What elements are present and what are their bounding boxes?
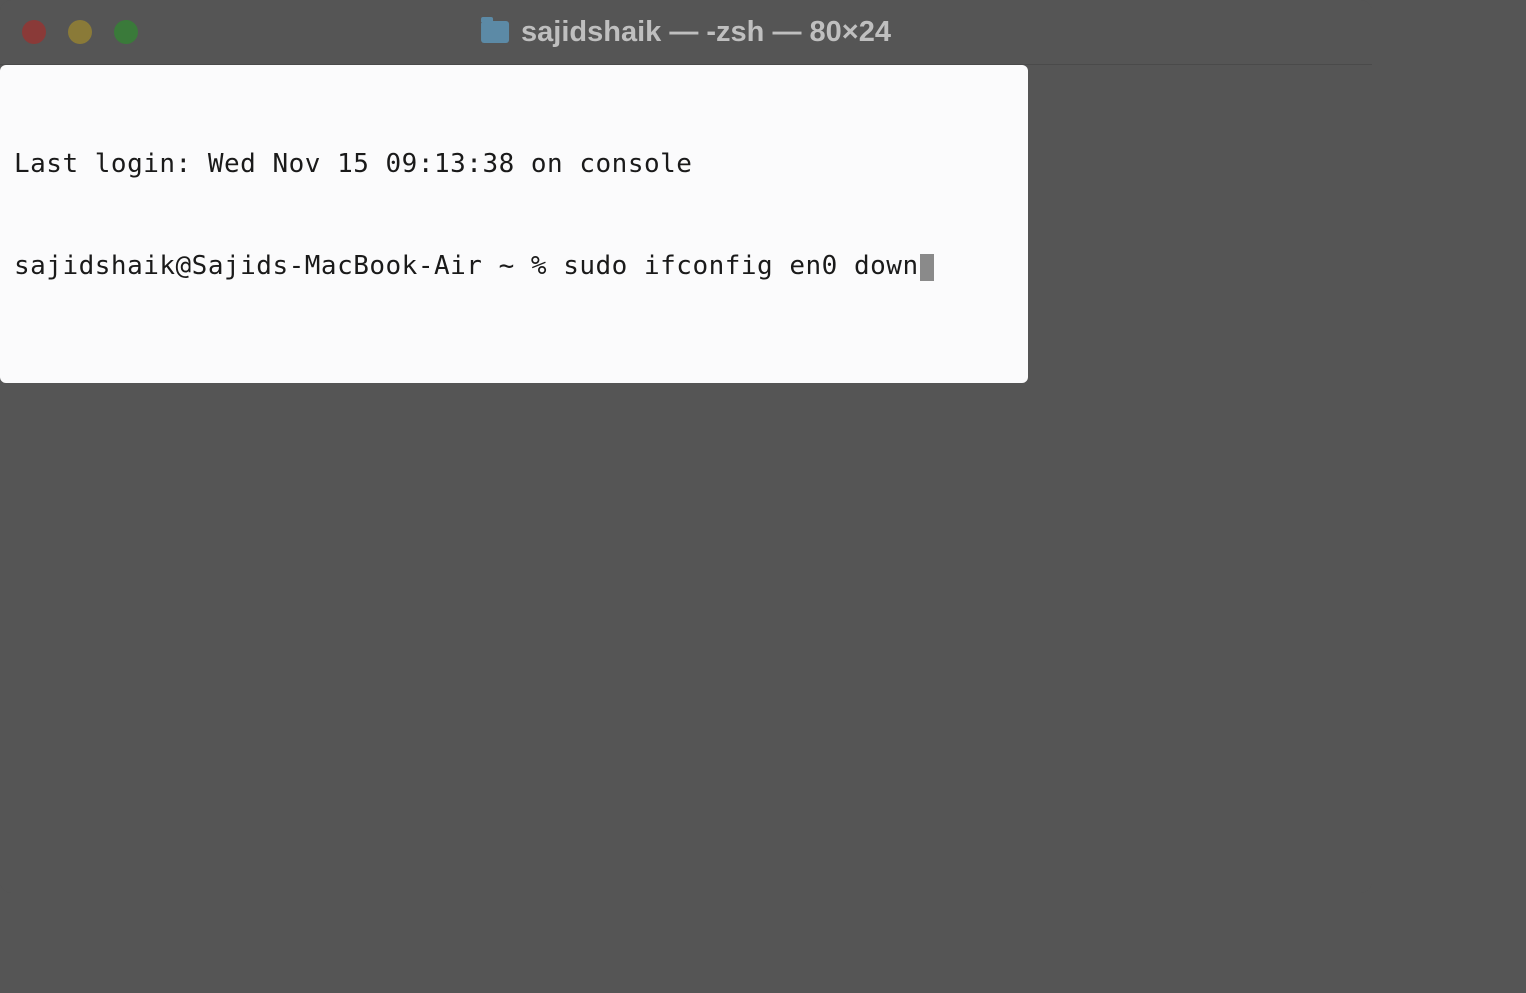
- window-title: sajidshaik — -zsh — 80×24: [481, 16, 891, 49]
- folder-icon: [481, 21, 509, 43]
- prompt-line: sajidshaik@Sajids-MacBook-Air ~ % sudo i…: [14, 249, 1014, 283]
- minimize-icon[interactable]: [68, 20, 92, 44]
- login-line: Last login: Wed Nov 15 09:13:38 on conso…: [14, 147, 1014, 181]
- titlebar: sajidshaik — -zsh — 80×24: [0, 0, 1372, 65]
- command-text[interactable]: sudo ifconfig en0 down: [563, 251, 918, 281]
- traffic-lights: [0, 20, 138, 44]
- terminal-content[interactable]: Last login: Wed Nov 15 09:13:38 on conso…: [0, 65, 1028, 383]
- window-title-text: sajidshaik — -zsh — 80×24: [521, 16, 891, 49]
- terminal-window: sajidshaik — -zsh — 80×24 Last login: We…: [0, 0, 1372, 893]
- maximize-icon[interactable]: [114, 20, 138, 44]
- cursor-icon: [920, 254, 934, 281]
- prompt: sajidshaik@Sajids-MacBook-Air ~ %: [14, 251, 563, 281]
- close-icon[interactable]: [22, 20, 46, 44]
